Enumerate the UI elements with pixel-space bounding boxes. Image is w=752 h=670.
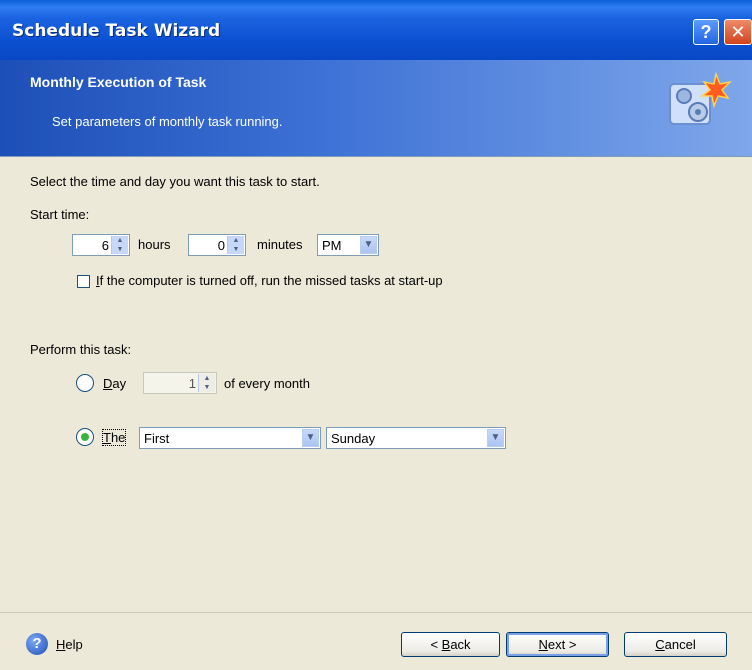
window-title: Schedule Task Wizard [12, 21, 221, 41]
back-button[interactable]: < Back [401, 632, 500, 657]
day-value: 1 [188, 376, 196, 391]
accel-key: D [103, 376, 113, 391]
next-button[interactable]: Next > [506, 632, 609, 657]
hours-label: hours [138, 237, 171, 252]
day-radio[interactable] [76, 374, 94, 392]
title-close-button[interactable]: ✕ [724, 19, 752, 45]
title-bar[interactable]: Schedule Task Wizard ? ✕ [0, 0, 752, 60]
spin-down-icon[interactable]: ▼ [228, 245, 244, 254]
wizard-window: Schedule Task Wizard ? ✕ Monthly Executi… [0, 0, 752, 670]
minutes-spin-arrows[interactable]: ▲ ▼ [227, 236, 244, 254]
spin-up-icon[interactable]: ▲ [112, 236, 128, 245]
chevron-down-icon[interactable]: ▼ [360, 236, 377, 254]
header-banner: Monthly Execution of Task Set parameters… [0, 60, 752, 157]
content-area: Select the time and day you want this ta… [0, 157, 752, 612]
label-text: elp [65, 637, 83, 652]
missed-tasks-label[interactable]: If the computer is turned off, run the m… [96, 273, 443, 288]
label-text: < [430, 637, 442, 652]
label-text: f the computer is turned off, run the mi… [99, 273, 443, 288]
weekday-value: Sunday [331, 431, 376, 446]
perform-task-label: Perform this task: [30, 342, 132, 357]
start-time-label: Start time: [30, 207, 90, 222]
spin-up-icon[interactable]: ▲ [228, 236, 244, 245]
missed-tasks-checkbox[interactable] [77, 275, 90, 288]
accel-key: H [56, 637, 66, 652]
button-bar: ? Help < Back Next > Cancel [0, 612, 752, 670]
spin-up-icon[interactable]: ▲ [199, 374, 215, 383]
minutes-label: minutes [257, 237, 303, 252]
accel-key: N [538, 637, 548, 652]
cancel-button[interactable]: Cancel [624, 632, 727, 657]
chevron-down-icon[interactable]: ▼ [302, 429, 319, 447]
day-suffix-label: of every month [224, 376, 310, 391]
ordinal-select[interactable]: First ▼ [139, 427, 321, 449]
accel-key: T [103, 430, 111, 445]
minutes-spinner[interactable]: 0 ▲ ▼ [188, 234, 246, 256]
ordinal-value: First [144, 431, 170, 446]
hours-spin-arrows[interactable]: ▲ ▼ [111, 236, 128, 254]
accel-key: C [655, 637, 665, 652]
spin-down-icon[interactable]: ▼ [199, 383, 215, 392]
header-title: Monthly Execution of Task [30, 74, 207, 90]
label-text: he [110, 430, 126, 445]
help-icon[interactable]: ? [26, 633, 48, 655]
ampm-select[interactable]: PM ▼ [317, 234, 379, 256]
title-help-button[interactable]: ? [693, 19, 719, 45]
header-subtitle: Set parameters of monthly task running. [52, 114, 283, 129]
the-radio[interactable] [76, 428, 94, 446]
weekday-select[interactable]: Sunday ▼ [326, 427, 506, 449]
day-spin-arrows[interactable]: ▲ ▼ [198, 374, 215, 392]
chevron-down-icon[interactable]: ▼ [487, 429, 504, 447]
label-text: ancel [664, 637, 696, 652]
spin-down-icon[interactable]: ▼ [112, 245, 128, 254]
ampm-value: PM [322, 238, 342, 253]
the-radio-label[interactable]: The [101, 429, 127, 446]
help-link[interactable]: Help [56, 637, 83, 652]
label-text: ext > [547, 637, 577, 652]
label-text: ay [112, 376, 127, 391]
gear-schedule-icon [669, 71, 732, 125]
radio-selected-dot [81, 433, 89, 441]
day-radio-label[interactable]: Day [103, 376, 126, 391]
hours-value: 6 [101, 238, 109, 253]
day-of-month-spinner[interactable]: 1 ▲ ▼ [143, 372, 217, 394]
instruction-text: Select the time and day you want this ta… [30, 174, 320, 189]
label-text: ack [450, 637, 471, 652]
hours-spinner[interactable]: 6 ▲ ▼ [72, 234, 130, 256]
minutes-value: 0 [217, 238, 225, 253]
